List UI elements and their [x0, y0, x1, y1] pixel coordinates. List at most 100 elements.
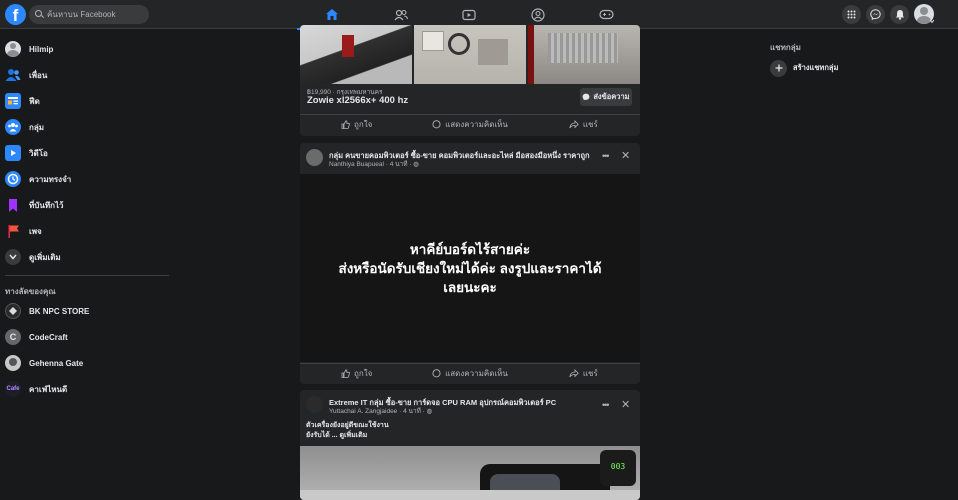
grid-menu-icon	[847, 10, 856, 19]
groups-icon	[5, 119, 21, 135]
chevron-down-icon[interactable]	[929, 19, 935, 24]
marketplace-post: ฿19,990 · กรุงเทพมหานคร Zowie xl2566x+ 4…	[300, 25, 640, 136]
sidebar-item-friends[interactable]: เพื่อน	[5, 64, 47, 86]
sidebar-item-label: ที่บันทึกไว้	[29, 200, 64, 210]
search-icon	[35, 10, 42, 17]
shortcut-bk-npc-store[interactable]: BK NPC STORE	[5, 300, 89, 322]
plus-icon	[770, 59, 787, 77]
sidebar-item-pages[interactable]: เพจ	[5, 220, 42, 242]
close-icon[interactable]: ✕	[621, 149, 630, 162]
shortcut-avatar: C	[5, 329, 21, 345]
see-more-link[interactable]: ยังรับได้ ... ดูเพิ่มเติม	[306, 431, 389, 441]
message-seller-button[interactable]: ส่งข้อความ	[580, 88, 632, 106]
post-text: ตัวเครื่องยังอยู่ดีขณะใช้งาน ยังรับได้ .…	[306, 422, 389, 441]
sidebar-item-label: Hilmip	[29, 44, 54, 54]
post-text-line: เลยนะคะ	[443, 279, 497, 295]
shortcut-codecraft[interactable]: C CodeCraft	[5, 326, 68, 348]
comment-button[interactable]: แสดงความคิดเห็น	[413, 364, 526, 382]
sidebar-item-label: เพื่อน	[29, 70, 48, 80]
messenger-button[interactable]	[866, 5, 885, 24]
comment-button[interactable]: แสดงความคิดเห็น	[413, 115, 526, 133]
photo-box-contents	[414, 25, 526, 84]
sidebar-item-label: ความทรงจำ	[29, 174, 72, 184]
sidebar-item-video[interactable]: วิดีโอ	[5, 142, 48, 164]
video-icon	[5, 145, 21, 161]
facebook-logo[interactable]: f	[5, 4, 26, 25]
post-actions: ถูกใจ แสดงความคิดเห็น แชร์	[300, 114, 640, 133]
more-options-icon[interactable]: •••	[602, 400, 610, 410]
post-text-line: ส่งหรือนัดรับเชียงใหม่ได้ค่ะ ลงรูปและราค…	[338, 260, 602, 276]
post-actions: ถูกใจ แสดงความคิดเห็น แชร์	[300, 363, 640, 382]
left-sidebar: Hilmip เพื่อน ฟีด กลุ่ม วิดีโอ ความทรงจำ…	[0, 29, 180, 493]
group-post-extreme-it: Extreme IT กลุ่ม ซื้อ-ขาย การ์ดจอ CPU RA…	[300, 390, 640, 500]
shortcut-label: Gehenna Gate	[29, 358, 84, 368]
profile-avatar	[5, 41, 21, 57]
group-avatar[interactable]	[306, 396, 323, 413]
group-avatar[interactable]	[306, 149, 323, 166]
sidebar-item-label: เพจ	[29, 226, 42, 236]
notifications-button[interactable]	[890, 5, 909, 24]
sidebar-item-label: ฟีด	[29, 96, 40, 106]
shortcut-label: CodeCraft	[29, 332, 68, 342]
sidebar-item-label: กลุ่ม	[29, 122, 45, 132]
saved-icon	[5, 197, 21, 213]
search-input[interactable]: ค้นหาบน Facebook	[29, 5, 149, 24]
post-author-time[interactable]: Yuttachai A. Zangjaidee · 4 นาที · ◍	[329, 406, 432, 416]
search-placeholder: ค้นหาบน Facebook	[47, 10, 116, 19]
gaming-icon	[598, 9, 614, 20]
shortcut-gehenna-gate[interactable]: Gehenna Gate	[5, 352, 83, 374]
shortcut-label: BK NPC STORE	[29, 306, 90, 316]
shortcuts-title: ทางลัดของคุณ	[5, 287, 56, 296]
post-text-line: หาคีย์บอร์ดไร้สายค่ะ	[409, 241, 531, 257]
sidebar-item-saved[interactable]: ที่บันทึกไว้	[5, 194, 63, 216]
item-title[interactable]: Zowie xl2566x+ 400 hz	[307, 95, 408, 106]
messenger-icon	[870, 9, 881, 20]
post-photo[interactable]: 003	[300, 446, 640, 500]
create-group-chat-button[interactable]: สร้างแชทกลุ่ม	[770, 59, 838, 77]
share-button[interactable]: แชร์	[527, 115, 640, 133]
comment-icon	[432, 119, 441, 128]
share-icon	[569, 368, 579, 377]
pages-icon	[5, 223, 21, 239]
group-chats-title: แชทกลุ่ม	[770, 43, 801, 52]
sidebar-item-label: ดูเพิ่มเติม	[29, 252, 61, 262]
share-icon	[569, 119, 579, 128]
feed-icon	[5, 93, 21, 109]
like-button[interactable]: ถูกใจ	[300, 364, 413, 382]
friends-icon	[394, 9, 408, 20]
sidebar-item-profile[interactable]: Hilmip	[5, 38, 53, 60]
comment-icon	[432, 368, 441, 377]
like-icon	[341, 368, 350, 378]
gauge-display: 003	[600, 450, 636, 486]
shortcut-avatar	[5, 303, 21, 319]
shortcut-avatar: Cafe	[5, 381, 21, 397]
close-icon[interactable]: ✕	[621, 398, 630, 411]
bell-icon	[895, 10, 904, 20]
memories-icon	[5, 171, 21, 187]
post-photos[interactable]	[300, 25, 640, 84]
chevron-down-icon	[5, 249, 21, 265]
sidebar-item-label: วิดีโอ	[29, 148, 48, 158]
like-button[interactable]: ถูกใจ	[300, 115, 413, 133]
like-icon	[341, 119, 350, 129]
photo-monitor-box	[300, 25, 412, 84]
groups-icon	[531, 7, 545, 22]
photo-monitor-back	[528, 25, 640, 84]
divider	[5, 275, 169, 276]
watch-icon	[462, 9, 476, 20]
more-options-icon[interactable]: •••	[602, 151, 610, 161]
shortcut-cafe[interactable]: Cafe คาเฟ่ไหนดี	[5, 378, 67, 400]
group-post-keyboard: กลุ่ม คนขายคอมพิวเตอร์ ซื้อ-ขาย คอมพิวเต…	[300, 143, 640, 384]
friends-icon	[5, 67, 21, 83]
post-text-background: หาคีย์บอร์ดไร้สายค่ะ ส่งหรือนัดรับเชียงใ…	[300, 174, 640, 362]
sidebar-item-feed[interactable]: ฟีด	[5, 90, 40, 112]
sidebar-item-memories[interactable]: ความทรงจำ	[5, 168, 71, 190]
sidebar-item-see-more[interactable]: ดูเพิ่มเติม	[5, 246, 61, 268]
sidebar-item-groups[interactable]: กลุ่ม	[5, 116, 44, 138]
shortcut-label: คาเฟ่ไหนดี	[29, 384, 68, 394]
share-button[interactable]: แชร์	[527, 364, 640, 382]
post-author-time[interactable]: Nanthiya Buapueal · 4 นาที · ◍	[329, 159, 419, 169]
messenger-icon	[582, 93, 590, 101]
menu-button[interactable]	[842, 5, 861, 24]
shortcut-avatar	[5, 355, 21, 371]
